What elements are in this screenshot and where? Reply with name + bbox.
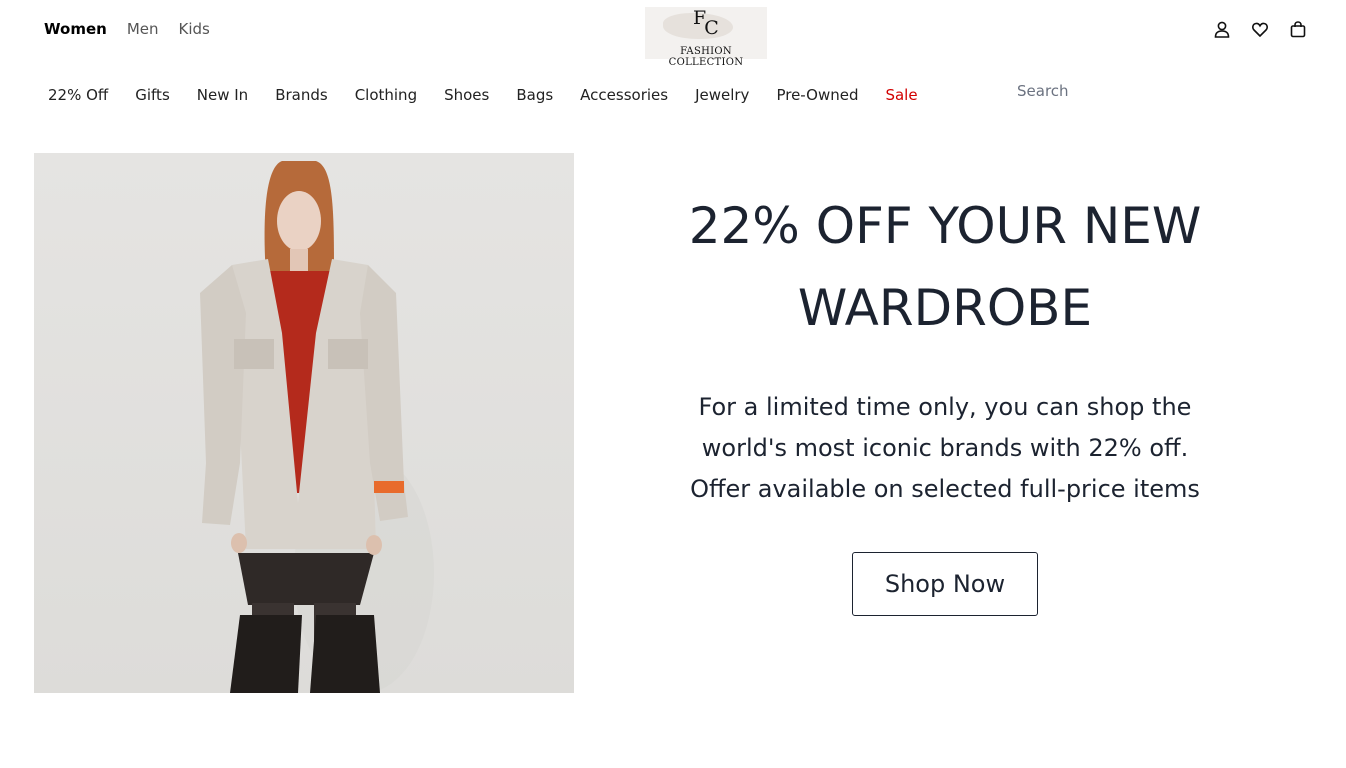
category-nav: 22% Off Gifts New In Brands Clothing Sho… [48, 86, 918, 104]
brand-logo[interactable]: FC FASHION COLLECTION [645, 7, 767, 68]
logo-letter-c: C [704, 17, 719, 39]
nav-brands[interactable]: Brands [275, 86, 328, 104]
wishlist-heart-icon[interactable] [1252, 19, 1268, 39]
hero-image [34, 153, 574, 693]
tab-kids[interactable]: Kids [179, 20, 210, 38]
nav-shoes[interactable]: Shoes [444, 86, 489, 104]
logo-caption: FASHION COLLECTION [668, 46, 744, 68]
nav-clothing[interactable]: Clothing [355, 86, 417, 104]
nav-bags[interactable]: Bags [516, 86, 553, 104]
nav-accessories[interactable]: Accessories [580, 86, 668, 104]
shop-now-button[interactable]: Shop Now [852, 552, 1038, 616]
tab-men[interactable]: Men [127, 20, 159, 38]
account-icon[interactable] [1214, 19, 1230, 39]
logo-monogram: FC [693, 9, 721, 38]
hero-promo: 22% OFF YOUR NEW WARDROBE For a limited … [680, 185, 1210, 616]
hero-description: For a limited time only, you can shop th… [690, 393, 1200, 503]
nav-sale[interactable]: Sale [885, 86, 917, 104]
tab-women[interactable]: Women [44, 20, 107, 38]
hero-headline: 22% OFF YOUR NEW WARDROBE [688, 197, 1202, 337]
header-icons [1214, 19, 1306, 39]
nav-new-in[interactable]: New In [197, 86, 248, 104]
nav-22-off[interactable]: 22% Off [48, 86, 108, 104]
gender-nav: Women Men Kids [44, 20, 210, 38]
search-input[interactable] [1017, 80, 1257, 102]
nav-gifts[interactable]: Gifts [135, 86, 170, 104]
nav-pre-owned[interactable]: Pre-Owned [776, 86, 858, 104]
shopping-bag-icon[interactable] [1290, 19, 1306, 39]
nav-jewelry[interactable]: Jewelry [695, 86, 749, 104]
model-figure-illustration [200, 161, 434, 693]
